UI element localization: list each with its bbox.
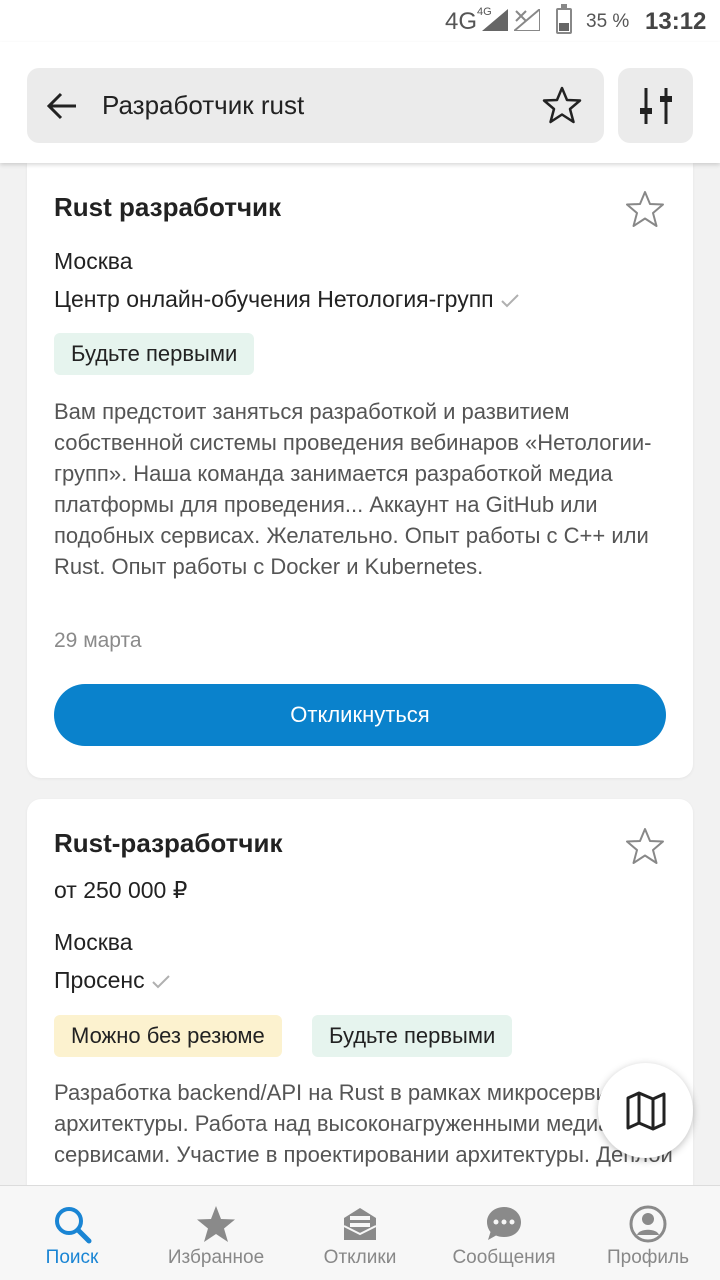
inbox-icon xyxy=(343,1208,377,1240)
network-label: 4G xyxy=(445,8,478,35)
vacancy-company[interactable]: Просенс xyxy=(54,967,145,993)
vacancy-title[interactable]: Rust-разработчик xyxy=(54,828,282,859)
tag-be-first: Будьте первыми xyxy=(54,333,255,375)
nav-profile[interactable]: Профиль xyxy=(576,1186,720,1280)
filter-sliders-icon xyxy=(640,88,672,124)
nav-messages-label: Сообщения xyxy=(452,1247,556,1268)
battery-percent: 35 % xyxy=(586,11,630,32)
no-signal-icon xyxy=(514,9,540,31)
search-query[interactable]: Разработчик rust xyxy=(102,90,304,121)
map-button[interactable] xyxy=(598,1063,693,1158)
vacancy-company[interactable]: Центр онлайн-обучения Нетология-групп xyxy=(54,286,494,312)
vacancy-card[interactable]: Rust разработчик Москва Центр онлайн-обу… xyxy=(27,163,693,778)
tag-be-first: Будьте первыми xyxy=(312,1015,513,1057)
favorite-star-icon[interactable] xyxy=(625,826,665,866)
back-arrow-icon[interactable] xyxy=(45,88,81,124)
verified-check-icon xyxy=(500,294,519,308)
bottom-navigation: Поиск Избранное Отклики Сообщения Профил… xyxy=(0,1185,720,1280)
chat-icon xyxy=(487,1207,521,1240)
vacancy-city: Москва xyxy=(54,929,133,955)
nav-favorites-label: Избранное xyxy=(167,1247,265,1268)
profile-icon xyxy=(629,1205,667,1243)
star-icon xyxy=(197,1206,235,1242)
map-icon xyxy=(626,1091,666,1131)
respond-button[interactable]: Откликнуться xyxy=(54,684,666,746)
search-field[interactable]: Разработчик rust xyxy=(27,68,604,143)
verified-check-icon xyxy=(151,975,170,989)
search-icon xyxy=(55,1207,92,1244)
save-search-star-icon[interactable] xyxy=(542,85,582,125)
vacancy-title[interactable]: Rust разработчик xyxy=(54,192,281,223)
nav-responses[interactable]: Отклики xyxy=(288,1186,432,1280)
vacancy-description: Разработка backend/API на Rust в рамках … xyxy=(54,1080,673,1167)
nav-search[interactable]: Поиск xyxy=(0,1186,144,1280)
nav-responses-label: Отклики xyxy=(323,1247,397,1268)
search-header: Разработчик rust xyxy=(0,42,720,163)
filter-button[interactable] xyxy=(618,68,693,143)
nav-favorites[interactable]: Избранное xyxy=(144,1186,288,1280)
tag-no-resume: Можно без резюме xyxy=(54,1015,282,1057)
status-bar: 4G4G 35 % 13:12 xyxy=(0,0,720,42)
nav-search-label: Поиск xyxy=(45,1247,99,1268)
favorite-star-icon[interactable] xyxy=(625,189,665,229)
signal-icon xyxy=(482,9,508,31)
vacancy-company-row: Центр онлайн-обучения Нетология-групп xyxy=(54,286,520,313)
clock: 13:12 xyxy=(645,8,707,35)
battery-icon xyxy=(556,4,572,34)
vacancy-company-row: Просенс xyxy=(54,967,171,994)
vacancy-date: 29 марта xyxy=(54,629,142,652)
nav-messages[interactable]: Сообщения xyxy=(432,1186,576,1280)
nav-profile-label: Профиль xyxy=(606,1247,690,1268)
vacancy-city: Москва xyxy=(54,248,133,274)
vacancy-description: Вам предстоит заняться разработкой и раз… xyxy=(54,399,652,579)
vacancy-salary: от 250 000 ₽ xyxy=(54,877,188,903)
